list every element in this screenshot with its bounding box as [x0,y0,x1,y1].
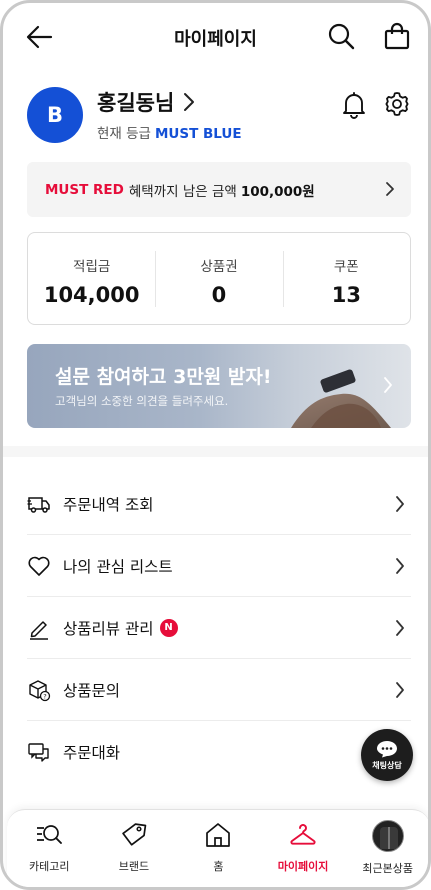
remaining-amount: 100,000원 [240,183,315,200]
nav-home[interactable]: 홈 [176,810,261,887]
svg-text:?: ? [43,692,46,700]
menu-label: 상품리뷰 관리 [63,619,154,638]
tag-icon [122,823,147,846]
heart-icon [28,556,50,576]
stat-label: 쿠폰 [333,259,359,275]
next-grade-banner[interactable]: MUST RED 혜택까지 남은 금액 100,000원 [27,162,411,217]
my-menu-list: 주문내역 조회 나의 관심 리스트 상품리뷰 관리 N ? 상품문의 주문대화 [27,473,411,783]
menu-item-order-history[interactable]: 주문내역 조회 [27,473,411,535]
chevron-right-icon [184,93,195,111]
page-title: 마이페이지 [174,29,257,50]
bell-icon[interactable] [341,91,367,119]
stat-coupons[interactable]: 쿠폰 13 [282,233,410,324]
menu-label: 나의 관심 리스트 [63,557,173,576]
grade-value: MUST BLUE [154,126,242,142]
menu-label: 주문내역 조회 [63,495,154,514]
nav-label: 홈 [213,860,224,873]
category-search-icon [37,825,63,844]
next-grade-text: 혜택까지 남은 금액 [128,183,237,200]
recent-product-thumbnail [371,820,404,852]
next-grade-name: MUST RED [45,181,124,198]
menu-label: 상품문의 [63,681,121,700]
grade-label: 현재 등급 [97,126,151,142]
stat-value: 104,000 [43,283,140,307]
chevron-right-icon [384,377,392,393]
nav-label: 브랜드 [118,860,150,873]
truck-icon [27,496,50,513]
new-badge: N [159,618,178,637]
chevron-right-icon [396,682,404,698]
menu-item-wishlist[interactable]: 나의 관심 리스트 [27,535,411,597]
stat-gift-cards[interactable]: 상품권 0 [155,233,282,324]
survey-title: 설문 참여하고 3만원 받자! [55,366,272,388]
bottom-navigation: 카테고리 브랜드 홈 마이페이지 최근본상품 [7,809,428,887]
chat-consult-button[interactable]: 채팅상담 [361,729,413,781]
chevron-right-icon [386,182,394,196]
nav-category[interactable]: 카테고리 [7,810,92,887]
search-icon[interactable] [327,22,355,50]
section-divider [3,446,428,457]
nav-mypage[interactable]: 마이페이지 [261,810,346,887]
nav-label: 최근본상품 [362,862,413,875]
chat-bubbles-icon [28,743,49,762]
nav-brand[interactable]: 브랜드 [92,810,177,887]
phone-frame: 마이페이지 B 홍길동님 현재 등급 MUST BLUE MUST RED 혜택까… [0,0,431,890]
stat-label: 상품권 [200,259,238,275]
gear-icon[interactable] [383,90,411,118]
profile-name-link[interactable]: 홍길동님 [97,87,196,117]
nav-label: 카테고리 [29,860,70,873]
menu-item-order-chat[interactable]: 주문대화 [27,721,411,783]
stat-label: 적립금 [73,259,111,275]
nav-label: 마이페이지 [277,860,329,873]
survey-subtitle: 고객님의 소중한 의견을 들려주세요. [55,394,229,408]
chevron-right-icon [396,496,404,512]
home-icon [206,823,231,847]
box-question-icon: ? [29,679,51,701]
menu-item-product-inquiry[interactable]: ? 상품문의 [27,659,411,721]
menu-label: 주문대화 [63,744,121,762]
stat-points[interactable]: 적립금 104,000 [28,233,155,324]
hanger-icon [290,824,316,845]
stat-value: 0 [211,283,227,307]
chevron-right-icon [396,620,404,636]
top-header: 마이페이지 [3,11,428,63]
profile-name: 홍길동님 [97,91,175,115]
chat-bubble-icon [377,740,397,757]
nav-recent-products[interactable]: 최근본상품 [345,810,428,887]
chevron-right-icon [396,558,404,574]
benefit-summary: 적립금 104,000 상품권 0 쿠폰 13 [27,232,411,325]
chat-consult-label: 채팅상담 [372,760,402,770]
shopping-bag-icon[interactable] [383,22,411,50]
survey-banner[interactable]: 설문 참여하고 3만원 받자! 고객님의 소중한 의견을 들려주세요. [27,344,411,428]
avatar: B [27,87,83,143]
membership-grade: 현재 등급 MUST BLUE [97,122,242,142]
menu-item-review-management[interactable]: 상품리뷰 관리 N [27,597,411,659]
pencil-icon [30,620,48,640]
stat-value: 13 [331,283,361,307]
